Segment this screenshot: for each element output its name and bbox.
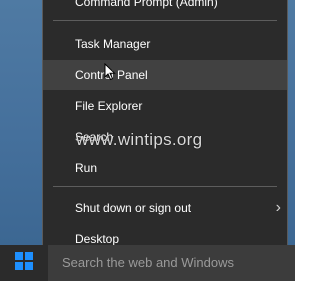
menu-item-label: Shut down or sign out [75,201,192,215]
menu-item-label: File Explorer [75,99,143,113]
menu-item-shut-down-or-sign-out[interactable]: Shut down or sign out › [43,193,287,223]
search-placeholder: Search the web and Windows [62,255,234,270]
menu-item-control-panel[interactable]: Control Panel [43,60,287,90]
start-button[interactable] [0,245,48,281]
menu-item-file-explorer[interactable]: File Explorer [43,91,287,121]
menu-item-label: Desktop [75,232,120,246]
chevron-right-icon: › [275,199,281,216]
menu-item-command-prompt-admin[interactable]: Command Prompt (Admin) [43,0,287,17]
watermark: www.wintips.org [76,130,203,149]
mouse-pointer-icon [104,62,116,86]
bottom-strip [0,281,295,285]
menu-item-run[interactable]: Run [43,153,287,183]
windows-logo-icon [15,251,33,275]
menu-item-label: Command Prompt (Admin) [75,0,218,9]
menu-item-label: Task Manager [75,37,151,51]
menu-separator [53,20,277,21]
menu-item-label: Run [75,161,98,175]
taskbar-search-box[interactable]: Search the web and Windows [48,245,295,281]
menu-item-task-manager[interactable]: Task Manager [43,29,287,59]
taskbar: Search the web and Windows [0,245,295,281]
menu-separator [53,186,277,187]
